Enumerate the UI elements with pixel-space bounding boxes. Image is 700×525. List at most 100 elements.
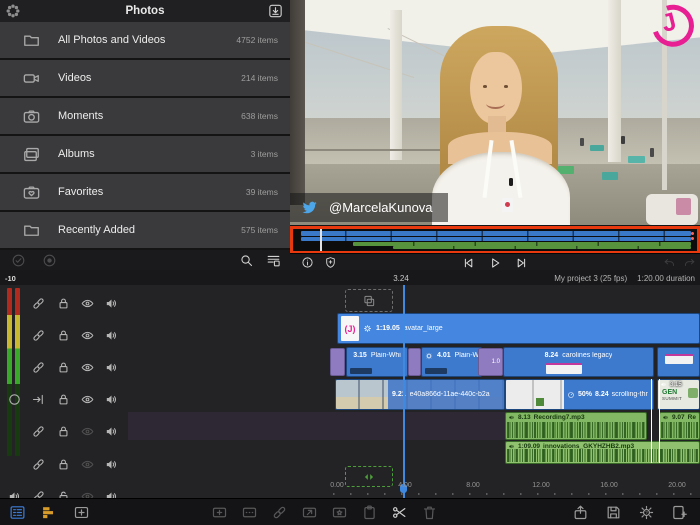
display-options-icon[interactable] [266,253,281,268]
add-track-icon[interactable] [73,504,90,521]
undo-button[interactable] [663,256,676,269]
library-item-albums[interactable]: Albums 3 items [0,136,290,174]
overwrite-clip-icon[interactable] [241,504,258,521]
lock-icon[interactable] [56,296,71,311]
effects-icon[interactable] [331,504,348,521]
link-icon[interactable] [31,360,46,375]
new-project-icon[interactable] [671,504,688,521]
cafe-chair [602,172,618,180]
link-icon[interactable] [31,296,46,311]
title-preview [546,363,582,374]
project-duration: 1:20.00 duration [637,274,695,283]
overview-playhead[interactable] [320,229,322,251]
eye-icon[interactable] [80,392,95,407]
main-track-icon[interactable] [7,392,22,407]
preview-monitor[interactable]: J @MarcelaKunova [290,0,700,225]
clip-name: avatar_large [404,325,443,332]
settings-help-icon[interactable]: ? [638,504,655,521]
transition-clip[interactable] [330,348,345,376]
clip-carolines-legacy[interactable]: 8.24 carolines legacy [503,347,654,377]
track-header-6 [0,448,128,480]
skip-back-button[interactable] [461,256,475,270]
ruler-label: 4.00 [398,482,412,489]
info-icon[interactable] [301,256,314,269]
speaker-icon[interactable] [104,360,119,375]
speaker-icon[interactable] [104,424,119,439]
timeline-overview[interactable] [290,226,700,254]
delete-clip-icon[interactable] [421,504,438,521]
safe-area-icon[interactable] [324,256,337,269]
redo-button[interactable] [683,256,696,269]
timeline-layout-icon[interactable] [41,504,58,521]
library-item-moments[interactable]: Moments 638 items [0,98,290,136]
clip-title-plain-white-1[interactable]: 3.15 Plain-Whi [346,347,408,377]
clip-title-right[interactable] [657,347,700,377]
import-button[interactable] [267,3,284,19]
play-button[interactable] [488,256,502,270]
timeline-playhead[interactable] [403,285,405,498]
eye-icon[interactable] [80,457,95,472]
library-item-videos[interactable]: Videos 214 items [0,60,290,98]
cafe-table [628,156,645,163]
multiselect-icon[interactable] [11,253,26,268]
speaker-icon[interactable] [104,392,119,407]
ruler-label: 0.00 [330,482,344,489]
twitter-lower-third: @MarcelaKunova [290,193,448,222]
project-name: My project 3 (25 fps) [554,274,627,283]
clip-title-plain-white-2[interactable]: 4.01 Plain-Wh [421,347,482,377]
clip-info-panel-icon[interactable] [9,504,26,521]
library-item-all-photos-and-videos[interactable]: All Photos and Videos 4752 items [0,22,290,60]
search-icon[interactable] [239,253,254,268]
eye-icon[interactable] [80,296,95,311]
library-item-favorites[interactable]: Favorites 39 items [0,174,290,212]
link-to-main-icon[interactable] [31,392,46,407]
transition-clip[interactable] [408,348,421,376]
ruler-label: 20.00 [668,482,686,489]
clip-innovations-music[interactable]: 1:09.09 innovations_GKYHZHB2.mp3 [505,441,700,464]
time-ruler[interactable]: 0.004.008.0012.0016.0020.00 [0,481,700,498]
skip-forward-button[interactable] [515,256,529,270]
split-clip-icon[interactable] [391,504,408,521]
speaker-icon[interactable] [104,296,119,311]
link-clips-icon[interactable] [271,504,288,521]
library-item-count: 4752 items [236,35,278,45]
link-icon[interactable] [31,424,46,439]
save-icon[interactable] [605,504,622,521]
replace-clip-icon[interactable] [301,504,318,521]
transition-duration: 1.0 [492,359,500,365]
speaker-icon[interactable] [104,328,119,343]
paste-icon[interactable] [361,504,378,521]
lock-icon[interactable] [56,360,71,375]
clip-duration: 9.07 [672,414,685,421]
eye-icon[interactable] [80,424,95,439]
clip-duration: 3.15 [670,382,682,388]
eye-icon[interactable] [80,328,95,343]
track-headers [0,287,128,498]
insert-clip-icon[interactable] [211,504,228,521]
clip-placeholder[interactable] [345,289,393,312]
speaker-icon[interactable] [104,457,119,472]
record-icon[interactable] [42,253,57,268]
track-header-2 [0,319,128,351]
link-icon[interactable] [31,457,46,472]
clip-recording-right[interactable]: 9.07 Re [659,412,700,440]
eye-icon[interactable] [80,360,95,375]
lock-icon[interactable] [56,424,71,439]
trim-handle[interactable] [651,379,660,463]
library-list: All Photos and Videos 4752 items Videos … [0,22,290,250]
clip-recording7[interactable]: 8.13 Recording7.mp3 [505,412,647,440]
library-item-count: 575 items [241,225,278,235]
clip-gen-summit[interactable]: 3.15 GEN SUMMIT [657,379,700,410]
clip-avatar-large[interactable]: J 1:19.05 avatar_large [337,313,700,344]
library-item-label: Favorites [58,186,103,198]
clip-video-e40a866d[interactable]: 9.21 e40a866d-11ae-440c-b2a [335,379,505,410]
clip-scrolling-the[interactable]: 50% 8.24 scrolling-thr [505,379,654,410]
lock-icon[interactable] [56,457,71,472]
share-export-icon[interactable] [572,504,589,521]
link-icon[interactable] [31,328,46,343]
transition-clip[interactable]: 1.0 [478,348,503,376]
lock-icon[interactable] [56,328,71,343]
library-item-recently-added[interactable]: Recently Added 575 items [0,212,290,250]
lock-icon[interactable] [56,392,71,407]
overview-video-bar [301,231,691,236]
